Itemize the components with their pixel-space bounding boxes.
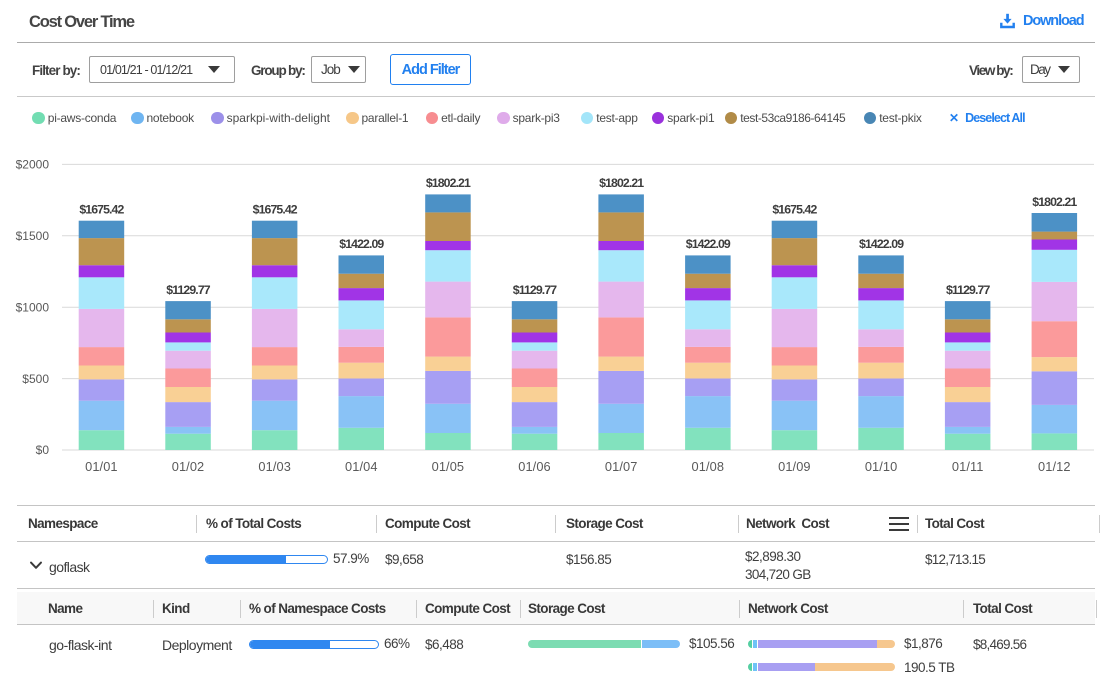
svg-text:$1129.77: $1129.77 — [513, 283, 557, 297]
svg-text:01/04: 01/04 — [345, 459, 378, 474]
svg-text:01/06: 01/06 — [518, 459, 551, 474]
svg-text:$500: $500 — [22, 372, 49, 386]
svg-text:01/12: 01/12 — [1038, 459, 1071, 474]
svg-text:$1422.09: $1422.09 — [686, 237, 731, 251]
svg-text:01/03: 01/03 — [258, 459, 291, 474]
svg-text:$2000: $2000 — [16, 158, 50, 172]
svg-text:$1500: $1500 — [16, 229, 50, 243]
svg-text:01/11: 01/11 — [952, 459, 984, 474]
svg-text:01/01: 01/01 — [85, 459, 118, 474]
svg-text:$1129.77: $1129.77 — [946, 283, 990, 297]
svg-text:$1802.21: $1802.21 — [599, 176, 644, 190]
svg-text:$1675.42: $1675.42 — [772, 203, 817, 217]
svg-text:$1129.77: $1129.77 — [166, 283, 210, 297]
svg-text:01/07: 01/07 — [605, 459, 638, 474]
svg-text:$1422.09: $1422.09 — [339, 237, 384, 251]
svg-text:$1802.21: $1802.21 — [426, 176, 471, 190]
svg-text:01/10: 01/10 — [865, 459, 898, 474]
svg-text:$1675.42: $1675.42 — [79, 203, 124, 217]
svg-text:01/09: 01/09 — [778, 459, 811, 474]
svg-text:$1675.42: $1675.42 — [253, 203, 298, 217]
svg-text:01/08: 01/08 — [692, 459, 725, 474]
svg-text:$1802.21: $1802.21 — [1032, 195, 1077, 209]
svg-text:01/05: 01/05 — [432, 459, 465, 474]
svg-text:$1422.09: $1422.09 — [859, 237, 904, 251]
svg-text:01/02: 01/02 — [172, 459, 205, 474]
svg-text:$1000: $1000 — [16, 300, 50, 314]
svg-text:$0: $0 — [36, 443, 50, 457]
